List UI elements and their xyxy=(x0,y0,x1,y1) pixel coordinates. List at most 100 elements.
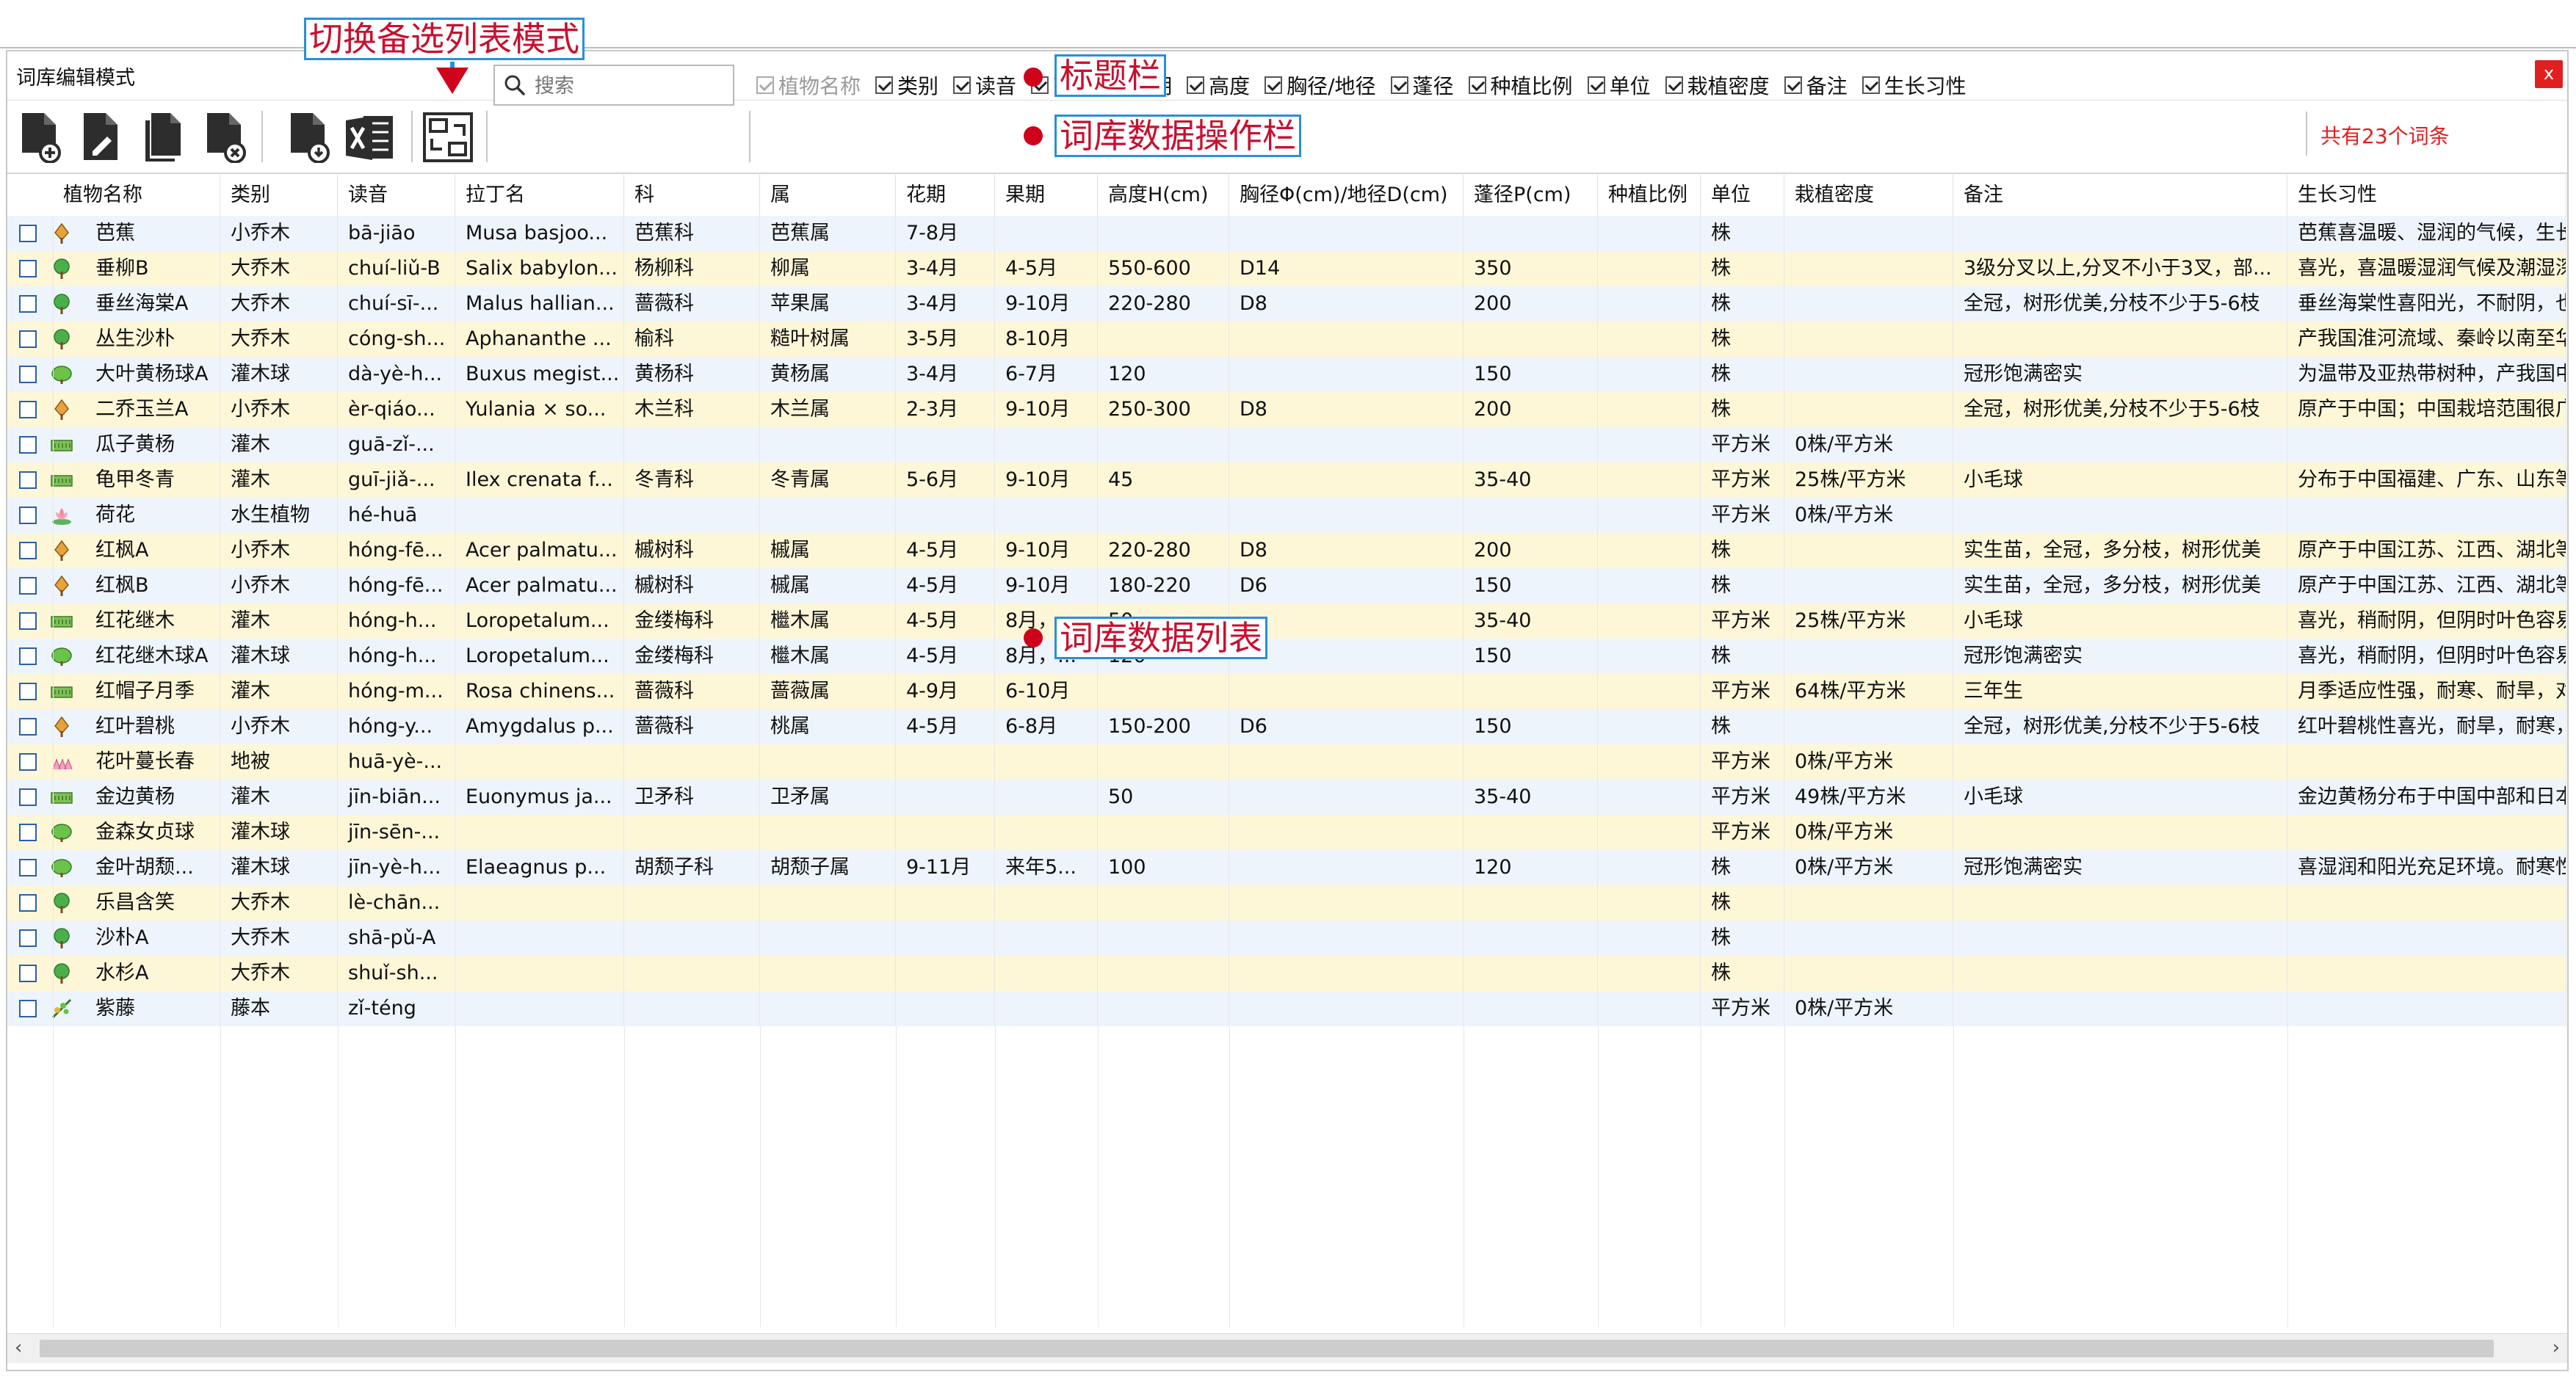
table-row[interactable]: 红枫B 小乔木 hóng-fē... Acer palmatu... 槭树科 槭属 4-5月… xyxy=(7,568,2566,603)
table-row[interactable]: 红枫A 小乔木 hóng-fē... Acer palmatu... 槭树科 槭属 4-5月… xyxy=(7,533,2566,568)
column-header[interactable]: 单位 xyxy=(1701,175,1784,216)
row-select-checkbox[interactable] xyxy=(19,788,37,806)
column-header[interactable]: 蓬径P(cm) xyxy=(1464,175,1598,216)
checkbox-checked-icon[interactable] xyxy=(875,76,894,94)
row-select-checkbox[interactable] xyxy=(19,542,37,559)
row-select-checkbox[interactable] xyxy=(19,577,37,595)
row-select-checkbox[interactable] xyxy=(19,295,37,313)
checkbox-checked-icon[interactable] xyxy=(1390,76,1408,94)
row-select-checkbox[interactable] xyxy=(19,507,37,524)
row-select-checkbox[interactable] xyxy=(19,753,37,771)
switch-list-mode-button[interactable] xyxy=(420,109,476,165)
column-toggle-checkbox[interactable]: 读音 xyxy=(953,70,1016,100)
search-input[interactable] xyxy=(533,72,727,100)
column-toggle-checkbox[interactable]: 生长习性 xyxy=(1862,70,1967,100)
row-select-checkbox[interactable] xyxy=(19,1000,37,1017)
column-header[interactable]: 植物名称 xyxy=(53,175,220,216)
column-header[interactable]: 果期 xyxy=(995,175,1098,216)
row-select-checkbox[interactable] xyxy=(19,647,37,665)
table-row[interactable]: 芭蕉 小乔木 bā-jiāo Musa basjoo... 芭蕉科 芭蕉属 7-8月 株 芭蕉喜… xyxy=(7,216,2566,251)
table-row[interactable]: 垂丝海棠A 大乔木 chuí-sī-... Malus hallian... 蔷薇科 苹果… xyxy=(7,286,2566,322)
column-toggle-checkbox[interactable]: 蓬径 xyxy=(1390,70,1454,100)
table-row[interactable]: 垂柳B 大乔木 chuí-liǔ-B Salix babylon... 杨柳科 柳属 3-4… xyxy=(7,251,2566,286)
row-select-checkbox[interactable] xyxy=(19,824,37,841)
row-select-checkbox[interactable] xyxy=(19,859,37,876)
table-row[interactable]: 红花继木球A 灌木球 hóng-h... Loropetalum... 金缕梅科 檵木属 4… xyxy=(7,639,2566,674)
scroll-right-icon[interactable]: › xyxy=(2553,1337,2560,1359)
row-select-checkbox[interactable] xyxy=(19,894,37,912)
row-select-checkbox[interactable] xyxy=(19,612,37,630)
column-header[interactable]: 栽植密度 xyxy=(1784,175,1953,216)
add-entry-button[interactable] xyxy=(12,109,68,165)
column-toggle-checkbox[interactable]: 类别 xyxy=(875,70,938,100)
delete-entry-button[interactable] xyxy=(197,109,253,165)
column-header[interactable]: 类别 xyxy=(220,175,338,216)
column-toggle-checkbox[interactable]: 胸径/地径 xyxy=(1265,70,1376,100)
column-header[interactable]: 备注 xyxy=(1953,175,2287,216)
column-header[interactable]: 拉丁名 xyxy=(455,175,624,216)
row-select-checkbox[interactable] xyxy=(19,330,37,348)
search-box[interactable] xyxy=(493,65,734,106)
table-row[interactable]: 瓜子黄杨 灌木 guā-zǐ-... 平方米 0株/平方米 xyxy=(7,427,2566,462)
column-header[interactable]: 高度H(cm) xyxy=(1098,175,1229,216)
table-row[interactable]: 大叶黄杨球A 灌木球 dà-yè-h... Buxus megist... 黄杨科 黄杨属… xyxy=(7,357,2566,392)
table-row[interactable]: 金森女贞球 灌木球 jīn-sēn-... 平方米 0株/平方米 xyxy=(7,815,2566,850)
table-row[interactable]: 荷花 水生植物 hé-huā 平方米 0株/平方米 xyxy=(7,498,2566,533)
row-select-checkbox[interactable] xyxy=(19,471,37,489)
table-row[interactable]: 二乔玉兰A 小乔木 èr-qiáo... Yulania × so... 木兰科 木兰属 2… xyxy=(7,392,2566,427)
edit-entry-button[interactable] xyxy=(73,109,129,165)
column-toggle-checkbox[interactable]: 备注 xyxy=(1784,70,1848,100)
row-select-checkbox[interactable] xyxy=(19,718,37,736)
column-toggle-checkbox[interactable]: 单位 xyxy=(1587,70,1651,100)
table-cell xyxy=(1464,991,1598,1026)
table-row[interactable]: 沙朴A 大乔木 shā-pǔ-A 株 xyxy=(7,921,2566,956)
table-cell: D6 xyxy=(1229,709,1464,744)
table-row[interactable]: 龟甲冬青 灌木 guī-jiǎ-... Ilex crenata f... 冬青科 冬青属… xyxy=(7,462,2566,498)
table-row[interactable]: 红花继木 灌木 hóng-h... Loropetalum... 金缕梅科 檵木属 4-5月… xyxy=(7,603,2566,639)
import-button[interactable] xyxy=(281,109,336,165)
table-row[interactable]: 紫藤 藤本 zǐ-téng 平方米 0株/平方米 xyxy=(7,991,2566,1026)
table-row[interactable]: 水杉A 大乔木 shuǐ-sh... 株 xyxy=(7,956,2566,991)
column-header[interactable]: 读音 xyxy=(338,175,455,216)
table-row[interactable]: 金边黄杨 灌木 jīn-biān... Euonymus ja... 卫矛科 卫矛属 50 3… xyxy=(7,780,2566,815)
column-header[interactable]: 科 xyxy=(624,175,760,216)
horizontal-scrollbar[interactable]: ‹ › xyxy=(7,1333,2567,1363)
checkbox-checked-icon[interactable] xyxy=(953,76,972,94)
checkbox-checked-icon[interactable] xyxy=(1265,76,1283,94)
column-header[interactable]: 生长习性 xyxy=(2287,175,2566,216)
checkbox-checked-icon[interactable] xyxy=(1862,76,1880,94)
row-select-checkbox[interactable] xyxy=(19,929,37,947)
column-toggle-checkbox[interactable]: 种植比例 xyxy=(1468,70,1573,100)
copy-entry-button[interactable] xyxy=(135,109,191,165)
column-header[interactable]: 属 xyxy=(760,175,896,216)
checkbox-checked-icon[interactable] xyxy=(1784,76,1802,94)
row-select-checkbox[interactable] xyxy=(19,965,37,982)
row-select-checkbox[interactable] xyxy=(19,225,37,242)
row-select-checkbox[interactable] xyxy=(19,366,37,383)
table-row[interactable]: 花叶蔓长春 地被 huā-yè-... 平方米 0株/平方米 xyxy=(7,744,2566,780)
close-button[interactable]: x xyxy=(2535,60,2563,88)
column-toggle-checkbox[interactable]: 栽植密度 xyxy=(1665,70,1770,100)
table-row[interactable]: 丛生沙朴 大乔木 cóng-sh... Aphananthe ... 榆科 糙叶树属 3-5… xyxy=(7,322,2566,357)
table-cell: 150 xyxy=(1464,639,1598,674)
column-header[interactable]: 胸径Φ(cm)/地径D(cm) xyxy=(1229,175,1464,216)
table-row[interactable]: 红叶碧桃 小乔木 hóng-y... Amygdalus p... 蔷薇科 桃属 4-5月 6… xyxy=(7,709,2566,744)
excel-export-button[interactable] xyxy=(342,109,398,165)
scroll-left-icon[interactable]: ‹ xyxy=(15,1337,22,1359)
checkbox-checked-icon[interactable] xyxy=(1665,76,1683,94)
row-select-checkbox[interactable] xyxy=(19,683,37,700)
column-header[interactable]: 花期 xyxy=(896,175,995,216)
table-row[interactable]: 金叶胡颓... 灌木球 jīn-yè-h... Elaeagnus p... 胡颓子科胡… xyxy=(7,850,2566,885)
row-select-checkbox[interactable] xyxy=(19,401,37,418)
table-row[interactable]: 红帽子月季 灌木 hóng-m... Rosa chinens... 蔷薇科 蔷薇属 4-9… xyxy=(7,674,2566,709)
table-cell: 喜湿润和阳光充足环境。耐寒性 xyxy=(2287,850,2566,885)
checkbox-checked-icon[interactable] xyxy=(1587,76,1605,94)
column-toggle-checkbox[interactable]: 高度 xyxy=(1187,70,1250,100)
row-select-checkbox[interactable] xyxy=(19,436,37,454)
scrollbar-thumb[interactable] xyxy=(40,1340,2494,1357)
checkbox-checked-icon[interactable] xyxy=(1468,76,1486,94)
row-select-checkbox[interactable] xyxy=(19,260,37,277)
checkbox-checked-icon[interactable] xyxy=(1187,76,1205,94)
table-row[interactable]: 乐昌含笑 大乔木 lè-chān... 株 xyxy=(7,885,2566,921)
column-header[interactable]: 种植比例 xyxy=(1598,175,1701,216)
